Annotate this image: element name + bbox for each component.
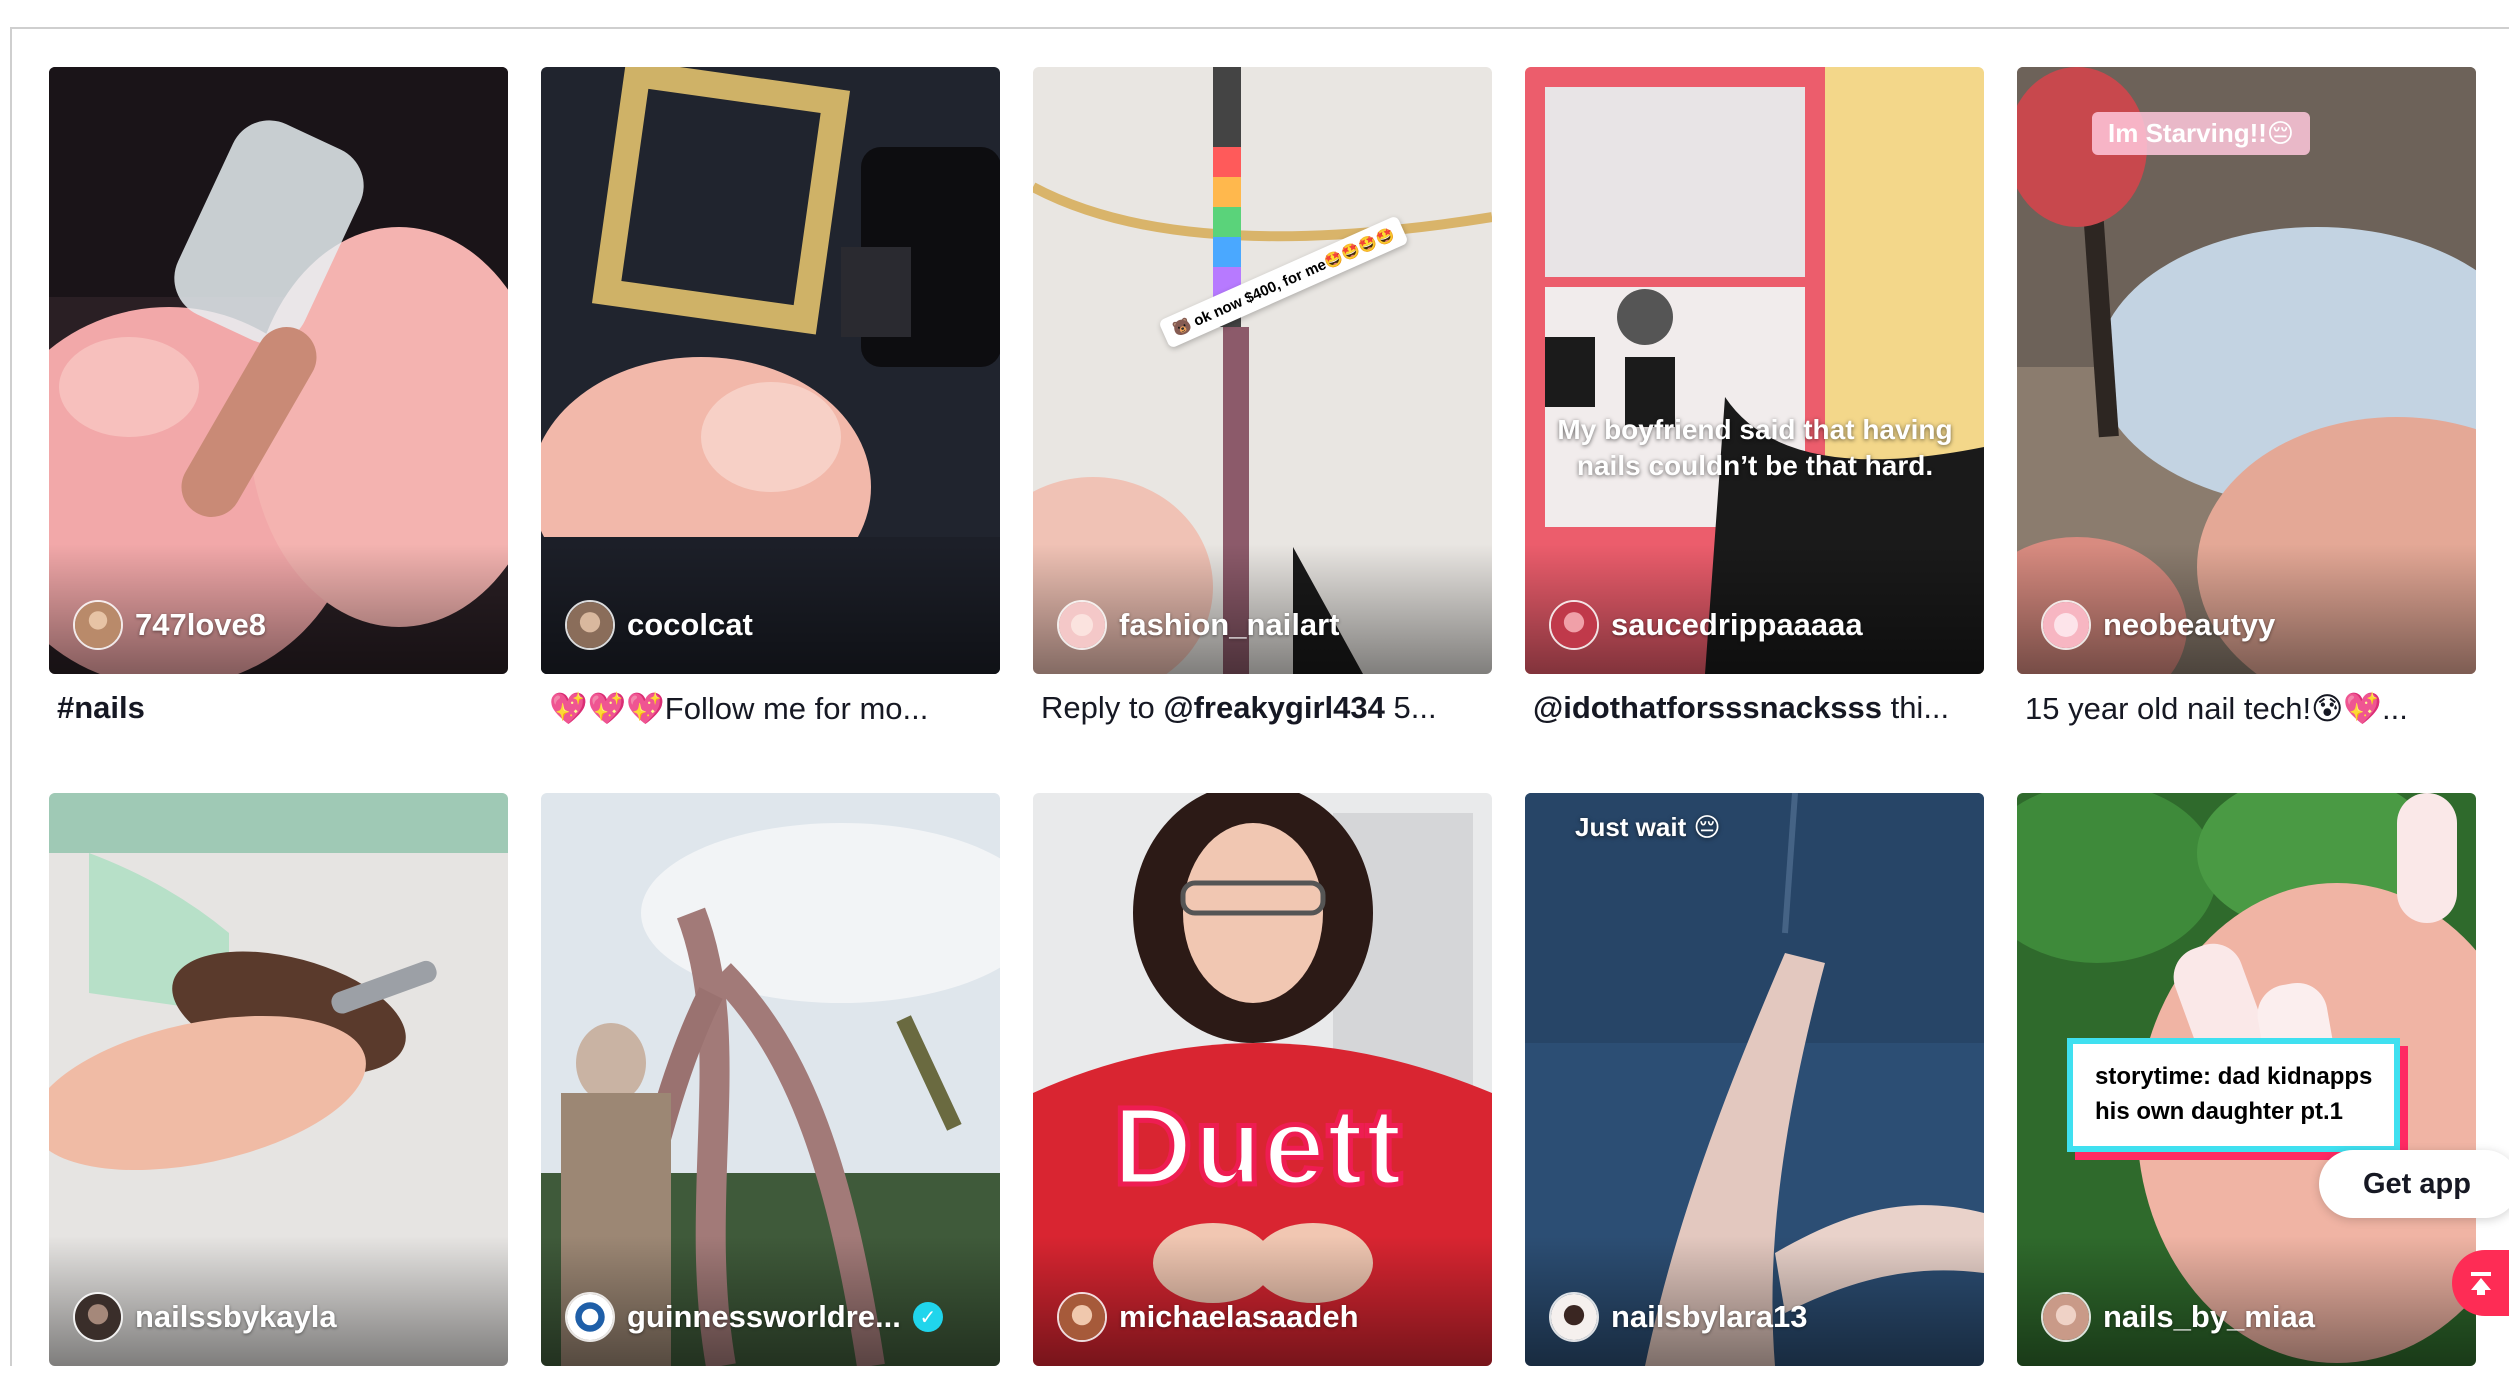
author-avatar [1057, 1292, 1107, 1342]
video-caption[interactable]: 💖💖💖Follow me for mo... [549, 690, 1019, 727]
video-author[interactable]: nailsbylara13 [1549, 1292, 1807, 1342]
video-caption[interactable]: 15 year old nail tech!😰💖... [2025, 690, 2495, 727]
author-username: neobeautyy [2103, 607, 2276, 642]
video-card-4[interactable]: My boyfriend said that having nails coul… [1525, 67, 1984, 674]
video-author[interactable]: saucedrippaaaaa [1549, 600, 1863, 650]
video-card-5[interactable]: Im Starving!!😔 neobeautyy [2017, 67, 2476, 674]
video-card-2[interactable]: cocolcat [541, 67, 1000, 674]
author-username: nails_by_miaa [2103, 1299, 2315, 1334]
back-to-top-button[interactable] [2452, 1250, 2509, 1316]
author-username: 747love8 [135, 607, 266, 642]
video-card-6[interactable]: nailssbykayla [49, 793, 508, 1366]
page-bottom-edge [10, 1366, 2509, 1384]
author-username: cocolcat [627, 607, 753, 642]
video-author[interactable]: michaelasaadeh [1057, 1292, 1359, 1342]
video-card-10[interactable]: storytime: dad kidnapps his own daughter… [2017, 793, 2476, 1366]
video-overlay-label: Im Starving!!😔 [2092, 112, 2311, 155]
story-caption-box: storytime: dad kidnapps his own daughter… [2067, 1038, 2401, 1152]
author-username: nailsbylara13 [1611, 1299, 1808, 1334]
author-avatar [2041, 600, 2091, 650]
video-author[interactable]: nails_by_miaa [2041, 1292, 2315, 1342]
author-avatar [1549, 1292, 1599, 1342]
author-username: saucedrippaaaaa [1611, 607, 1863, 642]
author-username: guinnessworldre... [627, 1299, 901, 1334]
author-avatar [1549, 600, 1599, 650]
video-card-1[interactable]: 747love8 [49, 67, 508, 674]
video-card-8[interactable]: Duett michaelasaadeh [1033, 793, 1492, 1366]
author-avatar [1057, 600, 1107, 650]
video-overlay-text: My boyfriend said that having nails coul… [1557, 414, 1953, 482]
video-card-9[interactable]: Just wait 😔 nailsbylara13 [1525, 793, 1984, 1366]
author-avatar [2041, 1292, 2091, 1342]
author-username: michaelasaadeh [1119, 1299, 1359, 1334]
video-card-3[interactable]: 🐻 ok now $400, for me🤩🤩🤩🤩 fashion_nailar… [1033, 67, 1492, 674]
author-username: nailssbykayla [135, 1299, 337, 1334]
verified-badge-icon: ✓ [912, 1302, 943, 1332]
author-avatar [73, 600, 123, 650]
video-author[interactable]: nailssbykayla [73, 1292, 337, 1342]
video-caption[interactable]: #nails [57, 690, 527, 726]
author-avatar [565, 600, 615, 650]
duett-overlay-text: Duett [1110, 1083, 1405, 1211]
video-author[interactable]: guinnessworldre... ✓ [565, 1292, 943, 1342]
video-author[interactable]: neobeautyy [2041, 600, 2275, 650]
author-avatar [73, 1292, 123, 1342]
video-author[interactable]: 747love8 [73, 600, 266, 650]
arrow-up-to-top-icon [2470, 1272, 2491, 1295]
get-app-button[interactable]: Get app [2319, 1150, 2509, 1218]
video-author[interactable]: fashion_nailart [1057, 600, 1340, 650]
video-overlay-text: Just wait 😔 [1575, 812, 1721, 842]
author-avatar [565, 1292, 615, 1342]
author-username: fashion_nailart [1119, 607, 1340, 642]
video-caption[interactable]: @idothatforsssnacksss thi... [1533, 690, 2003, 726]
video-author[interactable]: cocolcat [565, 600, 753, 650]
video-caption[interactable]: Reply to @freakygirl434 5... [1041, 690, 1511, 726]
video-card-7[interactable]: guinnessworldre... ✓ [541, 793, 1000, 1366]
